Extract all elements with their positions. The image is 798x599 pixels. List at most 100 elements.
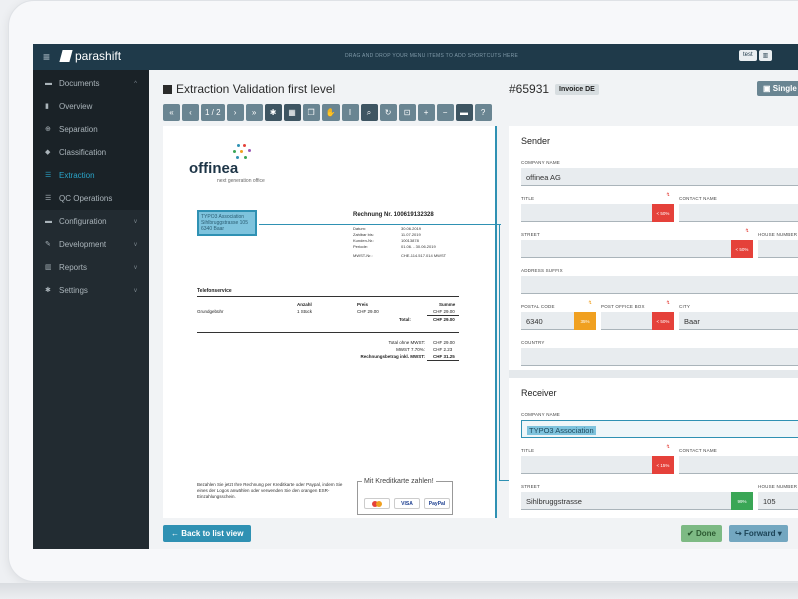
sidebar-item-documents[interactable]: ▬ Documents ^: [33, 72, 149, 95]
square-icon: [163, 84, 172, 94]
hamburger-icon[interactable]: ≡: [43, 50, 50, 64]
field-label: STREET: [521, 232, 540, 237]
section-divider: [509, 370, 798, 378]
single-label: Single: [772, 84, 797, 93]
sidebar-item-configuration[interactable]: ▬ Configuration v: [33, 210, 149, 233]
mastercard-icon[interactable]: [364, 498, 390, 509]
receiver-house-field[interactable]: 105: [758, 492, 798, 510]
brand-name: parashift: [75, 49, 122, 63]
logo-subtitle: next generation office: [217, 178, 265, 184]
row-price: CHF 29.00: [357, 309, 379, 314]
sender-company-field[interactable]: offinea AG: [521, 168, 798, 186]
last-page-button[interactable]: »: [245, 104, 263, 121]
sender-title: Sender: [521, 136, 551, 146]
chart-icon: ▥: [45, 264, 52, 271]
invoice-header: #65931 Invoice DE: [509, 82, 599, 96]
sidebar-item-settings[interactable]: ✱ Settings v: [33, 279, 149, 302]
back-to-list-button[interactable]: ← Back to list view: [163, 525, 252, 542]
receiver-street-field[interactable]: Sihlbruggstrasse: [521, 492, 753, 510]
sidebar-item-label: Overview: [59, 102, 93, 111]
section-heading: Telefonservice: [197, 288, 232, 294]
separation-icon: ⊕: [45, 126, 51, 133]
field-label: COMPANY NAME: [521, 160, 560, 165]
meta-label: Periode:: [353, 244, 368, 249]
text-tool-button[interactable]: I: [341, 104, 359, 121]
sender-house-field[interactable]: [758, 240, 798, 258]
invoice-number: Rechnung Nr. 100619132328: [353, 212, 434, 218]
chevron-down-icon: v: [134, 241, 137, 248]
sidebar-item-qc-operations[interactable]: ☰ QC Operations: [33, 187, 149, 210]
sidebar-item-reports[interactable]: ▥ Reports v: [33, 256, 149, 279]
meta-label: MWST-Nr.:: [353, 253, 373, 258]
divider: [197, 332, 459, 333]
sender-city-field[interactable]: Baar: [679, 312, 798, 330]
field-label: COUNTRY: [521, 340, 545, 345]
sidebar-item-classification[interactable]: ◆ Classification: [33, 141, 149, 164]
confidence-badge: < 50%: [652, 312, 674, 330]
building-icon[interactable]: ▥: [758, 50, 773, 61]
sender-country-field[interactable]: [521, 348, 798, 366]
field-label: COMPANY NAME: [521, 412, 560, 417]
sender-suffix-field[interactable]: [521, 276, 798, 294]
wrench-icon: ✎: [45, 241, 51, 248]
receiver-contact-field[interactable]: [679, 456, 798, 474]
invoice-meta-values: 30.06.2019 11.07.2019 10013878 01.06. - …: [401, 226, 446, 259]
field-label: HOUSE NUMBER: [758, 232, 798, 237]
sidebar-item-label: QC Operations: [59, 194, 113, 203]
folder-icon: ▬: [45, 218, 52, 225]
selected-address-region[interactable]: TYPO3 Association Sihlbruggstrasse 105 6…: [197, 210, 257, 236]
sender-section: Sender COMPANY NAME offinea AG TITLE ↯ C…: [509, 126, 798, 366]
next-page-button[interactable]: ›: [226, 104, 244, 121]
asterisk-button[interactable]: ✱: [264, 104, 282, 121]
totals-label: MWST 7.70%:: [396, 347, 425, 352]
help-button[interactable]: ?: [474, 104, 492, 121]
sender-street-field[interactable]: [521, 240, 753, 258]
receiver-company-field[interactable]: TYPO3 Association: [521, 420, 798, 438]
done-label: Done: [695, 529, 716, 538]
credit-card-box[interactable]: Mit Kreditkarte zahlen! VISA PayPal: [357, 478, 453, 515]
user-menu[interactable]: test ▥: [739, 50, 773, 61]
copy-button[interactable]: ❐: [302, 104, 320, 121]
field-label: POSTAL CODE: [521, 304, 555, 309]
sidebar-item-development[interactable]: ✎ Development v: [33, 233, 149, 256]
done-button[interactable]: ✔ Done: [681, 525, 722, 542]
sidebar-item-separation[interactable]: ⊕ Separation: [33, 118, 149, 141]
top-bar: ≡ parashift DRAG AND DROP YOUR MENU ITEM…: [33, 44, 798, 70]
rotate-button[interactable]: ↻: [379, 104, 397, 121]
flag-icon: ↯: [666, 192, 671, 198]
brand[interactable]: parashift: [59, 49, 122, 63]
invoice-meta-labels: Datum: Zahlbar bis: Kunden-Nr.: Periode:…: [353, 226, 374, 259]
sidebar-item-label: Separation: [59, 125, 98, 134]
visa-icon[interactable]: VISA: [394, 498, 420, 509]
zoom-in-button[interactable]: +: [417, 104, 435, 121]
zoom-out-button[interactable]: −: [436, 104, 454, 121]
user-name[interactable]: test: [739, 50, 757, 61]
first-page-button[interactable]: «: [163, 104, 180, 121]
search-button[interactable]: ⌕: [360, 104, 378, 121]
gear-icon: ✱: [45, 287, 51, 294]
forward-button[interactable]: ↪ Forward ▾: [729, 525, 788, 542]
document-viewer[interactable]: offinea next generation office TYPO3 Ass…: [163, 126, 497, 518]
prev-page-button[interactable]: ‹: [182, 104, 199, 121]
sidebar-item-overview[interactable]: ▮ Overview: [33, 95, 149, 118]
paypal-icon[interactable]: PayPal: [424, 498, 450, 509]
flag-icon: ↯: [588, 300, 593, 306]
single-toggle-button[interactable]: ▣ Single: [757, 81, 798, 96]
flag-icon: ↯: [666, 300, 671, 306]
minus-button[interactable]: ▬: [455, 104, 473, 121]
totals-value: CHF 31.25: [433, 354, 455, 359]
grid-button[interactable]: ▦: [283, 104, 301, 121]
sidebar-item-extraction[interactable]: ☰ Extraction: [33, 164, 149, 187]
divider: [197, 296, 459, 297]
confidence-badge: < 50%: [731, 240, 753, 258]
fit-button[interactable]: ⊡: [398, 104, 416, 121]
totals-label: Total ohne MWST:: [388, 340, 425, 345]
sender-contact-field[interactable]: [679, 204, 798, 222]
tag-icon: ◆: [45, 149, 51, 156]
divider: [427, 315, 459, 316]
hand-tool-button[interactable]: ✋: [321, 104, 340, 121]
page-title: Extraction Validation first level: [163, 82, 335, 96]
sidebar-item-label: Settings: [59, 286, 88, 295]
folder-icon: ▬: [45, 80, 52, 87]
sidebar-item-label: Development: [59, 240, 107, 249]
